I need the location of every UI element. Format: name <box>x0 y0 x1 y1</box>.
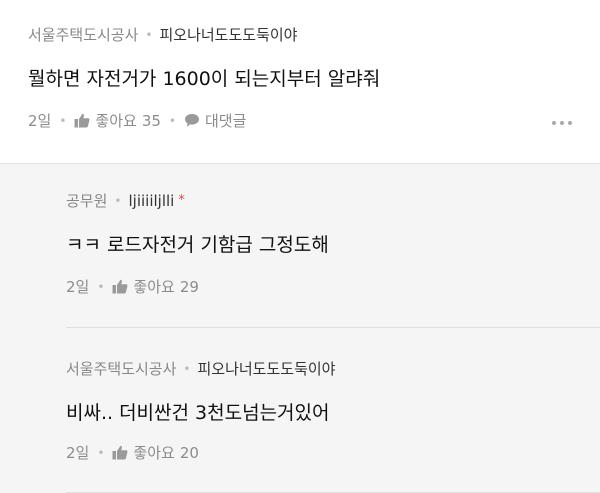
reply-actions: 2일 • 좋아요 20 <box>66 442 199 463</box>
meta-dot-separator: • <box>145 27 153 42</box>
main-comment: 서울주택도시공사 • 피오나너도도도둑이야 뭘하면 자전거가 1600이 되는지… <box>0 0 600 164</box>
more-dot <box>552 121 556 125</box>
reply-nickname[interactable]: 피오나너도도도둑이야 <box>197 358 335 379</box>
reply-meta: 서울주택도시공사 • 피오나너도도도둑이야 <box>66 358 336 379</box>
thumbs-up-icon <box>74 113 90 128</box>
like-label: 좋아요 <box>133 278 175 296</box>
reply-time: 2일 <box>66 278 90 296</box>
reply-author[interactable]: 서울주택도시공사 <box>66 358 176 379</box>
comment-text: 뭘하면 자전거가 1600이 되는지부터 알랴줘 <box>28 68 381 90</box>
reply-author[interactable]: 공무원 <box>66 190 107 211</box>
action-dot-separator: • <box>97 279 105 294</box>
reply-button[interactable]: 대댓글 <box>184 110 246 131</box>
more-dots-icon[interactable] <box>552 121 572 125</box>
reply-label: 대댓글 <box>205 112 247 130</box>
action-dot-separator: • <box>59 113 67 128</box>
author-badge: * <box>178 193 185 208</box>
more-dot <box>568 121 572 125</box>
speech-bubble-icon <box>185 114 199 127</box>
reply-list: 공무원 • ljiiiiljlli * ㅋㅋ 로드자전거 기함급 그정도해 2일… <box>0 164 600 493</box>
action-dot-separator: • <box>168 113 176 128</box>
like-label: 좋아요 <box>133 444 175 462</box>
reply-time: 2일 <box>66 444 90 462</box>
meta-dot-separator: • <box>183 361 191 376</box>
comment-nickname[interactable]: 피오나너도도도둑이야 <box>159 24 297 45</box>
reply-divider <box>66 327 600 328</box>
like-button[interactable]: 좋아요 20 <box>112 442 199 463</box>
like-label: 좋아요 <box>95 112 137 130</box>
comment-author[interactable]: 서울주택도시공사 <box>28 24 138 45</box>
like-button[interactable]: 좋아요 29 <box>112 276 199 297</box>
comment-actions: 2일 • 좋아요 35 • 대댓글 <box>28 110 246 131</box>
thumbs-up-icon <box>112 279 128 294</box>
like-count: 35 <box>141 111 161 130</box>
meta-dot-separator: • <box>114 193 122 208</box>
thumbs-up-icon <box>112 445 128 460</box>
reply-text: 비싸.. 더비싼건 3천도넘는거있어 <box>66 402 330 424</box>
reply-meta: 공무원 • ljiiiiljlli * <box>66 190 185 211</box>
like-count: 29 <box>179 277 199 296</box>
action-dot-separator: • <box>97 445 105 460</box>
more-dot <box>560 121 564 125</box>
comment-meta: 서울주택도시공사 • 피오나너도도도둑이야 <box>28 24 298 45</box>
reply-actions: 2일 • 좋아요 29 <box>66 276 199 297</box>
reply-nickname[interactable]: ljiiiiljlli <box>128 192 174 210</box>
reply-text: ㅋㅋ 로드자전거 기함급 그정도해 <box>66 234 329 256</box>
like-button[interactable]: 좋아요 35 <box>74 110 161 131</box>
like-count: 20 <box>179 443 199 462</box>
comment-time: 2일 <box>28 112 52 130</box>
